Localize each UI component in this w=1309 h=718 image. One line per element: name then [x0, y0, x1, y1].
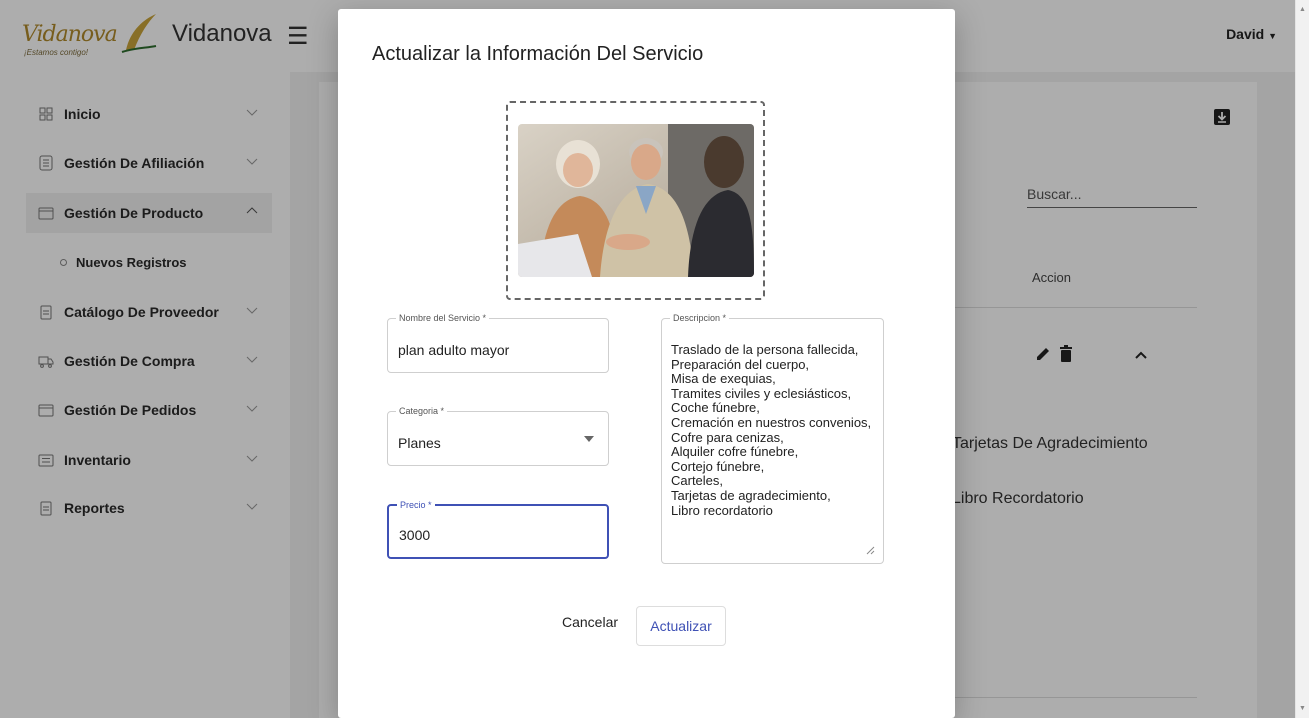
price-value: 3000 — [399, 527, 431, 543]
image-upload-area[interactable] — [506, 101, 765, 300]
dialog-title: Actualizar la Información Del Servicio — [372, 43, 704, 65]
description-textarea[interactable]: Descripcion * Traslado de la persona fal… — [661, 313, 884, 564]
service-name-value: plan adulto mayor — [398, 342, 510, 358]
service-image — [518, 124, 754, 277]
update-service-dialog: Actualizar la Información Del Servicio N… — [338, 9, 955, 718]
dropdown-arrow-icon — [584, 436, 594, 442]
price-field[interactable]: Precio * 3000 — [387, 500, 609, 559]
field-label: Precio * — [397, 500, 435, 511]
category-select[interactable]: Categoria * Planes — [387, 406, 609, 466]
field-label: Nombre del Servicio * — [396, 313, 490, 324]
field-label: Categoria * — [396, 406, 448, 417]
scroll-up-icon[interactable]: ▲ — [1299, 6, 1306, 13]
resize-handle-icon[interactable] — [865, 545, 875, 555]
scrollbar[interactable]: ▲ ▼ — [1295, 0, 1309, 718]
cancel-button[interactable]: Cancelar — [558, 607, 622, 637]
update-button[interactable]: Actualizar — [636, 606, 726, 646]
service-name-field[interactable]: Nombre del Servicio * plan adulto mayor — [387, 313, 609, 373]
category-value: Planes — [398, 435, 441, 451]
scroll-down-icon[interactable]: ▼ — [1299, 705, 1306, 712]
description-value: Traslado de la persona fallecida, Prepar… — [671, 342, 872, 518]
field-label: Descripcion * — [670, 313, 730, 324]
